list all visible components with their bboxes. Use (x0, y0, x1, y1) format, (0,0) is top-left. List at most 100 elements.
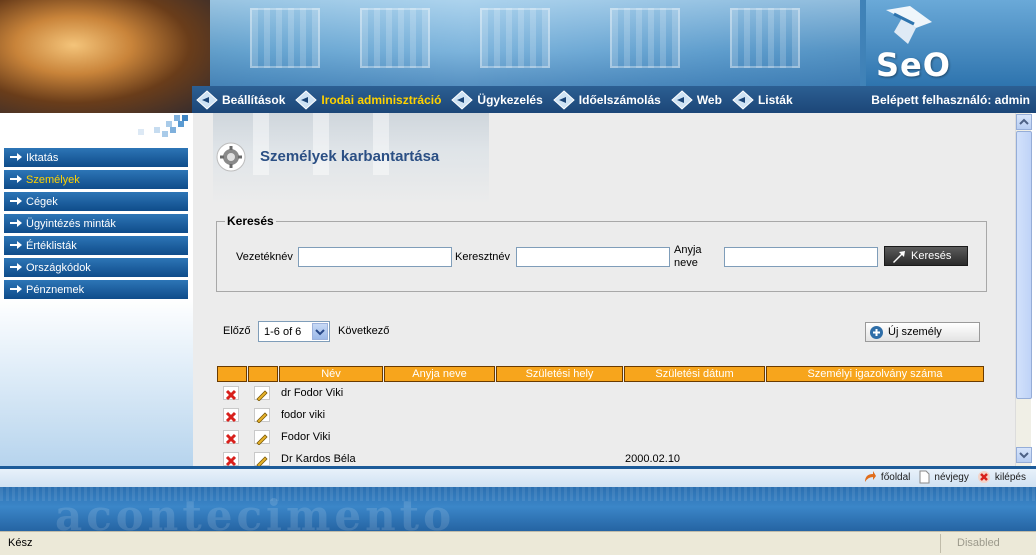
edit-icon[interactable] (254, 452, 270, 468)
diamond-arrow-icon (732, 90, 754, 110)
col-header-id-number[interactable]: Személyi igazolvány száma (766, 366, 984, 382)
col-header-birthplace[interactable]: Születési hely (496, 366, 623, 382)
sidebar-item-label: Ügyintézés minták (26, 217, 116, 230)
first-name-input[interactable] (516, 247, 670, 267)
diamond-arrow-icon (553, 90, 575, 110)
sidebar-item-label: Személyek (26, 173, 80, 186)
edit-icon[interactable] (254, 430, 270, 446)
table-row: Fodor Viki (217, 426, 985, 448)
new-person-button[interactable]: Új személy (865, 322, 980, 342)
cell-birthdate (624, 426, 765, 448)
delete-icon[interactable] (223, 452, 239, 467)
search-arrow-icon (893, 251, 905, 263)
sidebar-item-label: Pénznemek (26, 283, 85, 296)
arrow-right-icon (10, 175, 22, 183)
header-photo-people (0, 0, 210, 113)
footer-link-home[interactable]: főoldal (863, 470, 910, 484)
page-select-value: 1-6 of 6 (264, 325, 302, 338)
scroll-down-button[interactable] (1016, 447, 1032, 463)
cell-mother (384, 404, 495, 426)
sidebar-item-label: Cégek (26, 195, 58, 208)
scroll-up-button[interactable] (1016, 114, 1032, 130)
nav-web[interactable]: Web (667, 86, 728, 113)
footer-links: főoldal névjegy kilépés (863, 470, 1026, 484)
logo-text: SeO (876, 46, 951, 84)
cell-birthplace (496, 382, 623, 404)
delete-icon[interactable] (223, 408, 239, 423)
sidebar-item-orszagkodok[interactable]: Országkódok (4, 258, 188, 277)
col-header-name[interactable]: Név (279, 366, 383, 382)
arrow-right-icon (10, 241, 22, 249)
main-content: Személyek karbantartása Keresés Vezetékn… (193, 113, 1015, 469)
mother-name-label-line2: neve (674, 257, 698, 269)
footer-link-label: főoldal (880, 471, 911, 483)
cell-mother (384, 382, 495, 404)
sidebar-item-penznemek[interactable]: Pénznemek (4, 280, 188, 299)
nav-ugykezeles[interactable]: Ügykezelés (447, 86, 548, 113)
page-title: Személyek karbantartása (260, 148, 440, 165)
pager-next[interactable]: Következő (338, 325, 389, 337)
arrow-right-icon (10, 263, 22, 271)
pager-prev[interactable]: Előző (223, 325, 251, 337)
footer-link-about[interactable]: névjegy (918, 470, 969, 484)
cell-name: dr Fodor Viki (281, 387, 344, 399)
nav-idoelszamolas[interactable]: Időelszámolás (549, 86, 667, 113)
footer-link-logout[interactable]: kilépés (977, 470, 1026, 484)
diamond-arrow-icon (451, 90, 474, 110)
sidebar-item-label: Értéklisták (26, 239, 77, 252)
new-person-label: Új személy (888, 326, 942, 338)
col-delete-header (217, 366, 247, 382)
header-banner: SeO Beállítások Irodai adminisztráció Üg… (0, 0, 1036, 113)
table-row: dr Fodor Viki (217, 382, 985, 404)
col-header-birthdate[interactable]: Születési dátum (624, 366, 765, 382)
nav-beallitasok[interactable]: Beállítások (192, 86, 291, 113)
sidebar-item-iktatas[interactable]: Iktatás (4, 148, 188, 167)
nav-label: Beállítások (222, 93, 286, 107)
sidebar-item-ugyintezes-mintak[interactable]: Ügyintézés minták (4, 214, 188, 233)
footer-link-label: kilépés (994, 471, 1026, 483)
sidebar-menu: Iktatás Személyek Cégek Ügyintézés mintá… (4, 148, 188, 302)
sidebar-item-cegek[interactable]: Cégek (4, 192, 188, 211)
cell-id-number (766, 404, 984, 426)
search-button-label: Keresés (911, 250, 952, 262)
cell-id-number (766, 426, 984, 448)
home-arrow-icon (864, 471, 876, 482)
nav-label: Ügykezelés (477, 93, 543, 107)
table-header: Név Anyja neve Születési hely Születési … (217, 366, 985, 382)
search-button[interactable]: Keresés (884, 246, 968, 266)
col-header-mother[interactable]: Anyja neve (384, 366, 495, 382)
status-bar: Kész Disabled (0, 531, 1036, 555)
arrow-right-icon (10, 197, 22, 205)
nav-irodai-adminisztracio[interactable]: Irodai adminisztráció (291, 86, 447, 113)
scroll-thumb[interactable] (1016, 131, 1032, 399)
mother-name-label: Anyja neve (674, 244, 702, 270)
arrow-right-icon (10, 219, 22, 227)
cell-birthplace (496, 426, 623, 448)
pixel-decoration (138, 115, 188, 137)
diamond-arrow-icon (196, 90, 218, 110)
cell-birthdate (624, 382, 765, 404)
vertical-scrollbar[interactable] (1015, 113, 1032, 466)
diamond-arrow-icon (295, 90, 318, 110)
cell-name: Fodor Viki (281, 431, 331, 443)
footer-link-label: névjegy (934, 471, 969, 483)
first-name-label: Keresztnév (455, 251, 511, 263)
nav-label: Web (696, 93, 722, 107)
mother-name-label-line1: Anyja (674, 244, 702, 256)
page-select[interactable]: 1-6 of 6 (258, 321, 330, 342)
chevron-down-icon (312, 323, 328, 340)
nav-label: Irodai adminisztráció (321, 93, 442, 107)
nav-listak[interactable]: Listák (728, 86, 799, 113)
edit-icon[interactable] (254, 386, 270, 402)
status-text: Kész (8, 537, 33, 549)
last-name-input[interactable] (298, 247, 452, 267)
delete-icon[interactable] (223, 430, 239, 445)
add-circle-icon (870, 326, 883, 339)
delete-icon[interactable] (223, 386, 239, 401)
edit-icon[interactable] (254, 408, 270, 424)
sidebar-item-szemelyek[interactable]: Személyek (4, 170, 188, 189)
arrow-right-icon (10, 153, 22, 161)
arrow-right-icon (10, 285, 22, 293)
sidebar-item-erteklistak[interactable]: Értéklisták (4, 236, 188, 255)
mother-name-input[interactable] (724, 247, 878, 267)
